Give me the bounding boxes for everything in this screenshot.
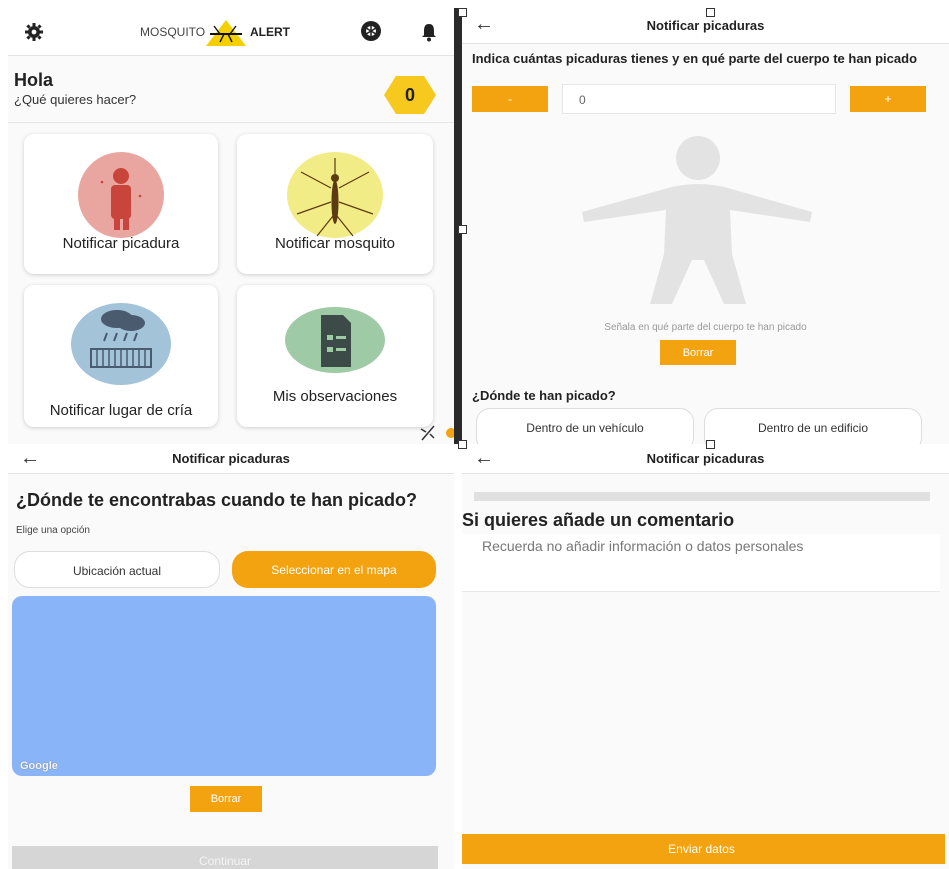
send-data-button[interactable]: Enviar datos <box>462 834 945 864</box>
greeting-title: Hola <box>14 70 54 90</box>
where-bitten-title: ¿Dónde te han picado? <box>472 388 616 403</box>
score-badge[interactable]: 0 <box>384 74 436 116</box>
continue-button[interactable]: Continuar <box>12 846 438 869</box>
logo-text-right: ALERT <box>250 25 290 39</box>
comment-screen: ← Notificar picaduras Si quieres añade u… <box>462 444 949 869</box>
score-value: 0 <box>404 85 415 105</box>
card-label: Notificar lugar de cría <box>49 402 193 419</box>
progress-bar <box>474 492 930 501</box>
increment-button[interactable]: + <box>850 86 926 112</box>
fab-orange-dot <box>446 428 454 438</box>
screen-title: Notificar picaduras <box>172 451 290 466</box>
card-notify-mosquito[interactable]: Notificar mosquito <box>237 134 433 274</box>
screen-title: Notificar picaduras <box>646 451 765 466</box>
notifications-bell-icon[interactable] <box>420 22 438 42</box>
map-view[interactable]: Google <box>12 596 436 776</box>
header-divider <box>8 122 454 123</box>
rain-breeding-site-icon <box>71 303 171 385</box>
bites-screen: ← Notificar picaduras Indica cuántas pic… <box>462 8 949 444</box>
bite-person-icon <box>78 152 164 238</box>
location-screen: ← Notificar picaduras ¿Dónde te encontra… <box>8 444 454 869</box>
map-google-logo: Google <box>20 760 58 772</box>
card-notify-bite[interactable]: Notificar picadura <box>24 134 218 274</box>
option-current-location[interactable]: Ubicación actual <box>14 551 220 588</box>
body-hint: Señala en qué parte del cuerpo te han pi… <box>604 322 807 333</box>
location-sub: Elige una opción <box>16 525 90 536</box>
greeting-subtitle: ¿Qué quieres hacer? <box>14 92 137 107</box>
resize-handle[interactable] <box>458 225 467 234</box>
option-select-on-map[interactable]: Seleccionar en el mapa <box>232 551 436 588</box>
card-notify-breeding-site[interactable]: Notificar lugar de cría <box>24 285 218 427</box>
card-label: Notificar mosquito <box>274 235 396 252</box>
mosquito-badge-icon[interactable] <box>360 20 382 42</box>
app-logo: MOSQUITO ALERT <box>140 20 320 46</box>
comment-input[interactable]: Recuerda no añadir información o datos p… <box>462 534 940 592</box>
logo-mosquito-icon <box>206 20 246 46</box>
option-building[interactable]: Dentro de un edificio <box>704 408 922 444</box>
settings-gear-icon[interactable] <box>24 22 44 42</box>
clear-button[interactable]: Borrar <box>660 340 736 365</box>
comment-heading: Si quieres añade un comentario <box>462 510 735 530</box>
mosquito-icon <box>287 152 383 238</box>
option-vehicle[interactable]: Dentro de un vehículo <box>476 408 694 444</box>
card-my-observations[interactable]: Mis observaciones <box>237 285 433 427</box>
clear-button[interactable]: Borrar <box>190 786 262 812</box>
resize-handle[interactable] <box>706 8 715 17</box>
card-label: Mis observaciones <box>272 388 398 405</box>
bite-count-field[interactable]: 0 <box>562 84 836 114</box>
panel-divider-top <box>0 0 949 8</box>
mosquito-fab-icon[interactable] <box>418 424 438 442</box>
resize-handle[interactable] <box>706 440 715 449</box>
card-label: Notificar picadura <box>62 235 180 252</box>
logo-text-left: MOSQUITO <box>140 25 206 39</box>
document-list-icon <box>285 307 385 373</box>
location-heading: ¿Dónde te encontrabas cuando te han pica… <box>16 490 418 510</box>
screen-title: Notificar picaduras <box>646 18 765 33</box>
resize-handle[interactable] <box>458 440 467 449</box>
home-screen: MOSQUITO ALERT Hola ¿Qué quieres hacer? … <box>8 8 454 444</box>
location-app-bar: ← Notificar picaduras <box>8 444 454 474</box>
body-silhouette[interactable] <box>572 136 822 306</box>
home-app-bar: MOSQUITO ALERT <box>8 8 454 56</box>
bites-prompt: Indica cuántas picaduras tienes y en qué… <box>472 51 918 66</box>
decrement-button[interactable]: - <box>472 86 548 112</box>
resize-handle[interactable] <box>458 8 467 17</box>
